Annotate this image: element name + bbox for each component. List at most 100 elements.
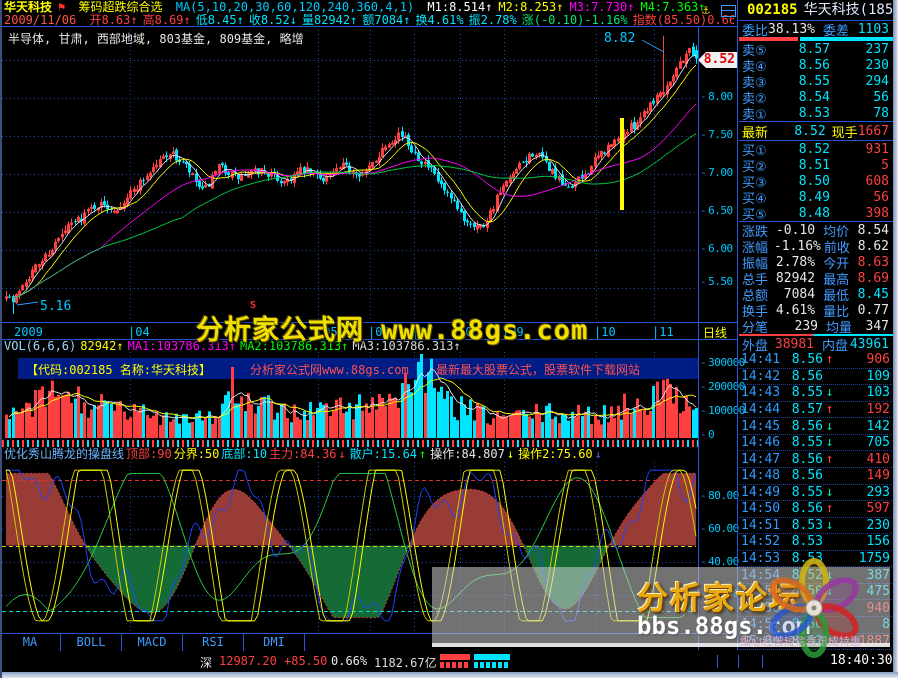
transaction-row: 14:448.57↑192 <box>739 402 894 419</box>
axis-tick: - <box>700 128 706 141</box>
osc-header-arrow: ↓ <box>595 448 602 461</box>
bid-price: 8.51 <box>780 158 830 173</box>
ask-volume: 78 <box>830 106 894 121</box>
tab-boll[interactable]: BOLL <box>61 634 122 651</box>
tx-price: 8.56 <box>781 352 823 367</box>
axis-tick: - <box>700 166 706 179</box>
bid-levels: 买①8.52931买②8.515买③8.50608买④8.4956买⑤8.483… <box>739 141 894 221</box>
tx-volume: 109 <box>836 369 894 384</box>
axis-value: 7.50 <box>708 128 733 141</box>
osc-header-item: 底部:10 <box>221 448 267 461</box>
tx-time: 14:46 <box>739 435 781 450</box>
axis-value: 80.00 <box>708 489 739 502</box>
ask-volume: 294 <box>830 74 894 89</box>
axis-tick: - <box>700 380 706 393</box>
tx-time: 14:43 <box>739 385 781 400</box>
led-bar-cyan <box>474 654 510 668</box>
stat-value: 347 <box>862 319 894 334</box>
window-icon[interactable] <box>721 5 736 17</box>
ask-price: 8.54 <box>780 90 830 105</box>
stat-value: -1.16% <box>774 239 816 254</box>
tx-time: 14:42 <box>739 369 781 384</box>
axis-value: 60.00 <box>708 522 739 535</box>
ask-levels: 卖⑤8.57237卖④8.56230卖③8.55294卖②8.5456卖①8.5… <box>739 41 894 121</box>
axis-tick: - <box>700 90 706 103</box>
quote-panel: 002185 华天科技 (185) 委比 38.13% 委差 1103 卖⑤8.… <box>739 0 894 650</box>
x-axis-label: |04 <box>128 325 150 339</box>
tick-strip <box>2 440 698 447</box>
index-pct: 0.66% <box>331 654 367 668</box>
transaction-row: 14:468.55↓705 <box>739 435 894 452</box>
x-axis-label: |11 <box>652 325 674 339</box>
latest-label: 最新 <box>739 122 777 141</box>
stat-row: 分笔239均量347 <box>739 318 894 334</box>
ask-volume: 230 <box>830 58 894 73</box>
osc-header-item: 分界:50 <box>174 448 220 461</box>
x-axis-label: |10 <box>594 325 616 339</box>
tx-price: 8.56 <box>781 419 823 434</box>
stock-terminal-window: 华天科技⚑ 筹码超跌综合选 MA(5,10,20,30,60,120,240,3… <box>0 0 898 678</box>
y-axis-label: -6.50 <box>700 205 733 217</box>
xianshou-label: 现手 <box>826 122 858 141</box>
weicha-label: 委差 <box>815 20 849 39</box>
transaction-row: 14:438.55↓103 <box>739 385 894 402</box>
inner-label: 内盘 <box>814 335 848 354</box>
ask-price: 8.55 <box>780 74 830 89</box>
tab-ma[interactable]: MA <box>0 634 61 651</box>
tx-price: 8.55 <box>781 385 823 400</box>
tx-volume: 103 <box>836 385 894 400</box>
osc-header-item: 主力:84.36 <box>269 448 336 461</box>
clock: 18:40:30 <box>830 653 893 668</box>
stock-code: 002185 <box>739 0 798 20</box>
tx-direction: ↓ <box>823 518 836 533</box>
stat-value: 82942 <box>775 271 815 286</box>
stat-label: 分笔 <box>739 317 776 336</box>
bid-row[interactable]: 买⑤8.48398 <box>739 205 894 221</box>
status-bar: 深 12987.20 +85.50 0.66% 1182.67亿 <box>0 651 894 672</box>
tx-time: 14:45 <box>739 419 781 434</box>
stat-value: 8.45 <box>858 287 894 302</box>
tx-direction: ↓ <box>823 435 836 450</box>
strategy-name[interactable]: 筹码超跌综合选 <box>78 1 162 14</box>
oscillator-header: 优化秀山腾龙的操盘线顶部:90分界:50底部:10主力:84.36↓散户:15.… <box>4 448 734 461</box>
tx-volume: 142 <box>836 419 894 434</box>
ma-value: M2:8.253↑ <box>498 1 563 14</box>
ask-label: 卖① <box>739 104 780 123</box>
quote-stock-name: 华天科技 <box>798 0 860 20</box>
tx-volume: 410 <box>836 452 894 467</box>
osc-header-item: 散户:15.64 <box>350 448 417 461</box>
tx-price: 8.55 <box>781 485 823 500</box>
window-border-left <box>0 0 2 678</box>
period-label[interactable]: 日线 <box>703 324 727 341</box>
band-watermark-1: 分析家公式网www.88gs.com <box>250 361 409 378</box>
stat-value: 7084 <box>775 287 815 302</box>
tx-price: 8.56 <box>781 369 823 384</box>
bid-price: 8.49 <box>780 190 830 205</box>
main-candlestick-chart[interactable] <box>2 26 698 322</box>
osc-header-arrow: ↓ <box>507 448 514 461</box>
last-price-tag: 8.52 <box>698 52 738 68</box>
tx-direction: ↑ <box>823 501 836 516</box>
panel-divider-line <box>737 0 738 650</box>
market-label: 深 <box>200 654 212 671</box>
header-divider-line <box>0 26 738 27</box>
ma-value: M3:7.730↑ <box>569 1 634 14</box>
axis-tick: - <box>700 428 706 441</box>
tab-macd[interactable]: MACD <box>122 634 183 651</box>
high-price-callout: 8.82 <box>604 31 635 46</box>
tx-time: 14:47 <box>739 452 781 467</box>
stat-value: 4.61% <box>775 303 815 318</box>
axis-watermark: 分析家公式网 www.88gs.com <box>196 308 588 347</box>
tab-rsi[interactable]: RSI <box>183 634 244 651</box>
axis-value: 5.50 <box>708 275 733 288</box>
bid-volume: 931 <box>830 142 894 157</box>
window-border-right <box>893 0 898 678</box>
ask-row[interactable]: 卖①8.5378 <box>739 105 894 121</box>
tx-direction: ↓ <box>823 419 836 434</box>
index-change: +85.50 <box>284 654 327 668</box>
anchor-icon[interactable]: ⚓ <box>702 3 710 18</box>
tx-direction: ↑ <box>823 352 836 367</box>
inner-value: 43961 <box>848 337 894 352</box>
weicha-value: 1103 <box>849 22 894 37</box>
tab-dmi[interactable]: DMI <box>244 634 305 651</box>
